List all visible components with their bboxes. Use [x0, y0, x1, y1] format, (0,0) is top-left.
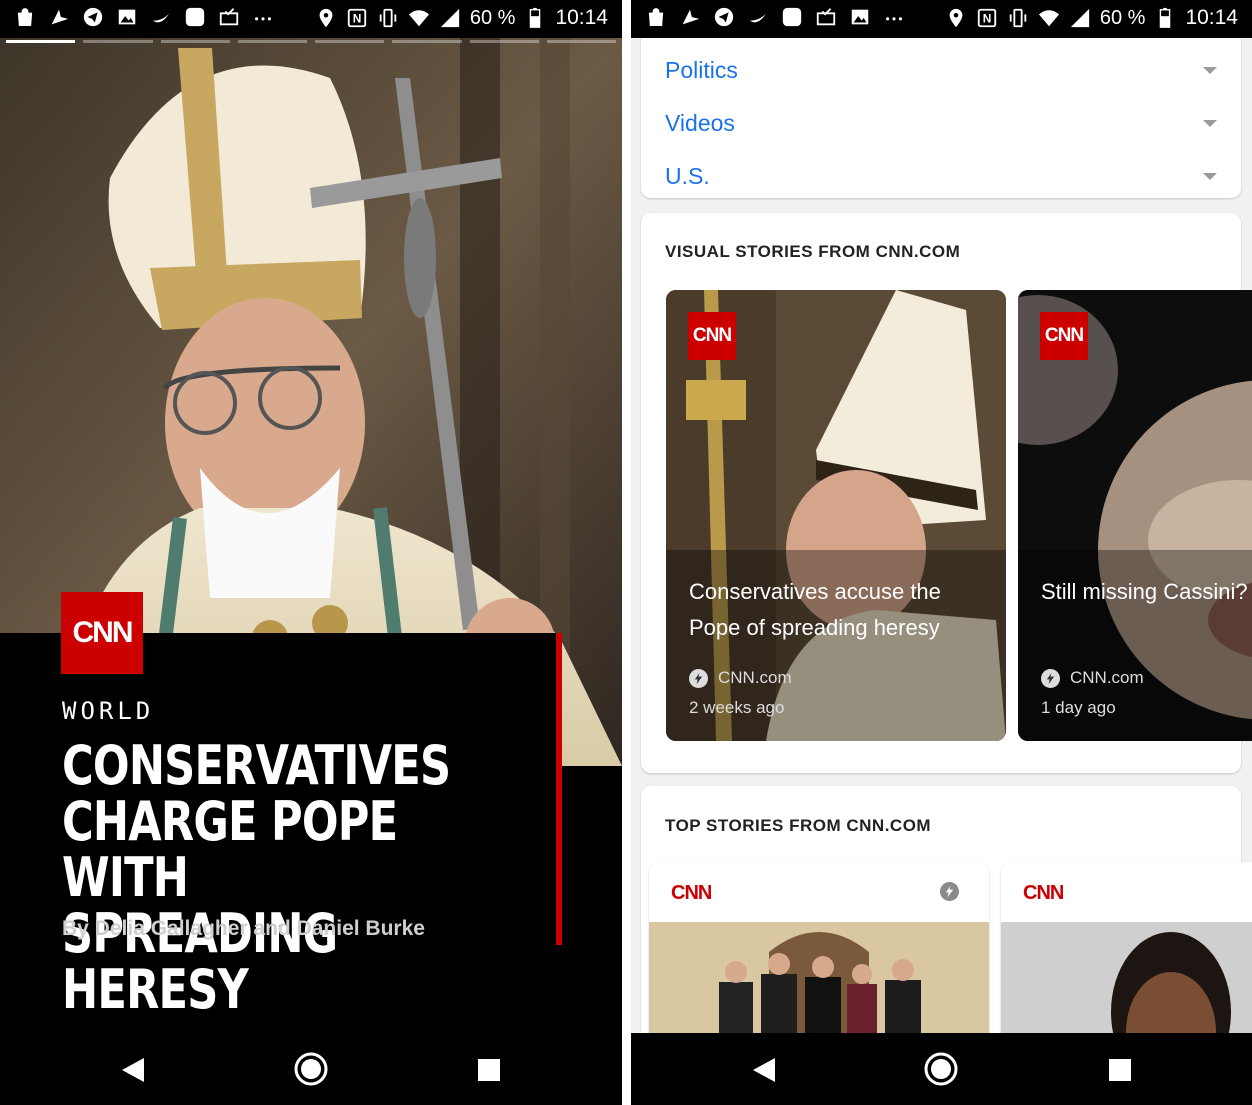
visual-story-time: 2 weeks ago [689, 698, 785, 717]
topic-label[interactable]: Videos [665, 110, 735, 137]
topic-row-videos[interactable]: Videos [665, 103, 1217, 143]
app-icon [781, 6, 803, 28]
visual-story-card[interactable]: CNN Still missing Cassini? Here's what e… [1018, 290, 1252, 741]
shopping-bag-icon [14, 6, 36, 28]
top-story-card[interactable]: CNN [649, 862, 989, 1033]
progress-segment [237, 40, 307, 43]
story-screen: N 60 % 10:14 CNN WORLD CONSERVATIVES CHA… [0, 0, 622, 1105]
visual-story-title: Still missing Cassini? Here's what else … [1041, 579, 1252, 604]
cnn-logo: CNN [1023, 882, 1064, 904]
wifi-icon [408, 7, 430, 29]
amp-bolt-icon [689, 668, 708, 688]
home-icon[interactable] [292, 1050, 330, 1093]
top-stories-card: TOP STORIES FROM CNN.COM CNN CNN [641, 786, 1252, 1033]
mail-check-icon [218, 6, 240, 28]
top-story-image [1001, 922, 1252, 1033]
feed-scroll[interactable]: Politics Videos U.S. VISUAL STORIES FROM… [631, 38, 1252, 1033]
story-section: WORLD [62, 697, 155, 725]
telegram-icon [713, 6, 735, 28]
chevron-down-icon[interactable] [1203, 66, 1217, 74]
status-bar: N 60 % 10:14 [631, 0, 1252, 38]
amp-bolt-icon [940, 882, 959, 901]
top-story-card[interactable]: CNN [1001, 862, 1252, 1033]
status-bar: N 60 % 10:14 [0, 0, 622, 38]
nav-bar [0, 1033, 622, 1105]
nfc-icon: N [976, 7, 998, 29]
cnn-logo: CNN [671, 882, 712, 904]
app-icon [184, 6, 206, 28]
shopping-bag-icon [645, 6, 667, 28]
topic-label[interactable]: Politics [665, 57, 738, 84]
chevron-down-icon[interactable] [1203, 119, 1217, 127]
battery-percent: 60 % [469, 6, 516, 29]
mail-check-icon [815, 6, 837, 28]
visual-story-title: Conservatives accuse the Pope of spreadi… [689, 579, 941, 640]
visual-story-time: 1 day ago [1041, 698, 1116, 717]
topic-row-us[interactable]: U.S. [665, 156, 1217, 196]
vibrate-icon [1007, 7, 1029, 29]
story-headline: CONSERVATIVES CHARGE POPE WITH SPREADING… [62, 734, 451, 1021]
svg-text:N: N [983, 12, 992, 26]
night-icon [747, 6, 769, 28]
signal-icon [1069, 7, 1091, 29]
chevron-down-icon[interactable] [1203, 172, 1217, 180]
cnn-logo: CNN [688, 312, 736, 360]
clock: 10:14 [1185, 6, 1238, 29]
topic-label[interactable]: U.S. [665, 163, 710, 190]
feed-screen: N 60 % 10:14 Politics Videos U.S. VISUAL… [631, 0, 1252, 1105]
progress-segment [392, 40, 462, 43]
progress-segment [6, 40, 76, 43]
back-icon[interactable] [749, 1056, 777, 1089]
battery-icon [524, 7, 546, 29]
navigation-icon [679, 6, 701, 28]
recent-apps-icon[interactable] [1109, 1059, 1131, 1086]
wifi-icon [1038, 7, 1060, 29]
visual-stories-heading: VISUAL STORIES FROM CNN.COM [665, 242, 961, 261]
location-icon [315, 7, 337, 29]
svg-text:N: N [353, 12, 362, 26]
more-icon [252, 6, 274, 28]
visual-story-source: CNN.com [689, 668, 792, 688]
back-icon[interactable] [118, 1056, 146, 1089]
nfc-icon: N [346, 7, 368, 29]
cnn-logo: CNN [61, 592, 143, 674]
night-icon [150, 6, 172, 28]
story-progress [6, 40, 616, 43]
progress-segment [315, 40, 385, 43]
top-stories-heading: TOP STORIES FROM CNN.COM [665, 816, 932, 835]
recent-apps-icon[interactable] [478, 1059, 500, 1086]
topics-card: Politics Videos U.S. [641, 38, 1241, 198]
visual-story-card[interactable]: CNN Conservatives accuse the Pope of spr… [666, 290, 1006, 741]
image-icon [849, 6, 871, 28]
progress-segment [469, 40, 539, 43]
amp-bolt-icon [1041, 668, 1060, 688]
visual-story-source: CNN.com [1041, 668, 1144, 688]
nav-bar [631, 1033, 1252, 1105]
cnn-logo: CNN [1040, 312, 1088, 360]
location-icon [945, 7, 967, 29]
image-icon [116, 6, 138, 28]
topic-row-politics[interactable]: Politics [665, 50, 1217, 90]
home-icon[interactable] [922, 1050, 960, 1093]
progress-segment [546, 40, 616, 43]
signal-icon [439, 7, 461, 29]
top-story-image [649, 922, 989, 1033]
navigation-icon [48, 6, 70, 28]
battery-icon [1154, 7, 1176, 29]
more-icon [883, 6, 905, 28]
visual-stories-card: VISUAL STORIES FROM CNN.COM CNN Conserva… [641, 213, 1252, 773]
progress-segment [83, 40, 153, 43]
progress-segment [160, 40, 230, 43]
telegram-icon [82, 6, 104, 28]
clock: 10:14 [555, 6, 608, 29]
battery-percent: 60 % [1099, 6, 1146, 29]
vibrate-icon [377, 7, 399, 29]
source-label: CNN.com [718, 668, 792, 687]
story-byline: By Delia Gallagher and Daniel Burke [62, 917, 425, 940]
source-label: CNN.com [1070, 668, 1144, 687]
